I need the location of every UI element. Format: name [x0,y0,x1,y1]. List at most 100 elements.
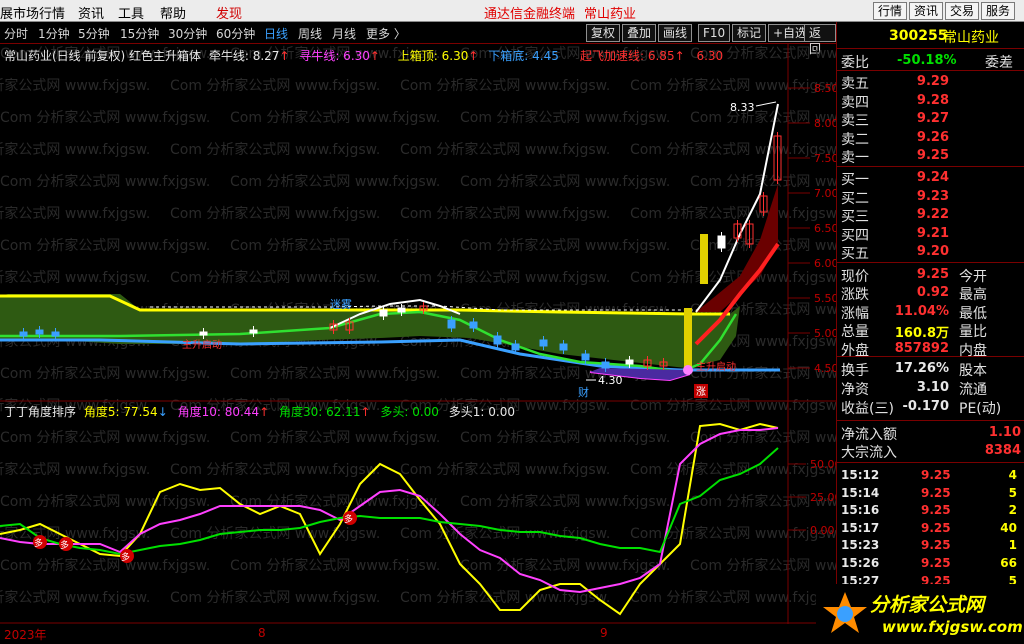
quote-panel: 300255 常山药业 委比 -50.18% 委差 卖五 9.29 卖四 9.28 卖三… [836,22,1024,644]
menu-news[interactable]: 资讯 [78,3,104,22]
watermark-text: Com 分析家公式网 www.fxjgsw. [630,589,836,606]
app-banner: 通达信金融终端 [484,7,576,22]
trade-button[interactable]: 交易 [945,2,980,20]
tick-row: 15:12 9.25 4 [841,468,1021,485]
bid-1-label: 买二 [841,190,869,207]
bid-0-value: 9.24 [916,170,949,185]
tick-row: 15:23 9.25 1 [841,538,1021,555]
stat2-1-value: 3.10 [916,380,949,395]
tick-volume: 5 [1008,485,1017,500]
stat-1-value: 0.92 [916,285,949,301]
period-30min[interactable]: 30分钟 [168,25,207,42]
watermark-text: Com 分析家公式网 www.fxjgsw. [0,109,210,126]
period-1min[interactable]: 1分钟 [38,25,70,42]
price-tick-label: 5.50 [814,292,836,305]
menu-tools[interactable]: 工具 [118,3,144,22]
ask-2-label: 卖三 [841,113,869,130]
period-weekly[interactable]: 周线 [298,25,322,42]
watermark-text: Com 分析家公式网 www.fxjgsw. [230,173,440,190]
bid-3-value: 9.21 [916,225,949,241]
bid-3-label: 买四 [841,227,869,244]
stat-2-label: 涨幅 [841,305,869,322]
watermark-text: Com 分析家公式网 www.fxjgsw. [630,77,836,94]
watermark-text: Com 分析家公式网 www.fxjgsw. [400,141,610,158]
stat2-0-label: 换手 [841,363,869,379]
logo-url: www.fxjgsw.com [882,618,1023,636]
annot-start-2: 主升启动 [696,360,736,373]
ask-1-label: 卖四 [841,94,869,111]
watermark-text: Com 分析家公式网 www.fxjgsw. [0,205,150,222]
ask-0-value: 9.29 [916,74,949,89]
period-5min[interactable]: 5分钟 [78,25,110,42]
main-indicator-title: 常山药业(日线 前复权) 红色主升箱体 牵牛线: 8.27↑ 寻牛线: 6.30… [4,49,559,63]
tick-price: 9.25 [921,538,951,553]
tick-time: 15:26 [841,556,880,570]
watermark-text: Com 分析家公式网 www.fxjgsw. [230,557,440,574]
tick-volume: 1 [1008,538,1017,553]
stat-2-label2: 最低 [959,305,987,322]
watermark-text: Com 分析家公式网 www.fxjgsw. [170,205,380,222]
stat2-1-label: 净资 [841,382,869,398]
menu-market[interactable]: 展市场行情 [0,3,65,22]
flow-0-label: 净流入额 [841,427,897,443]
period-15min[interactable]: 15分钟 [120,25,159,42]
menu-help[interactable]: 帮助 [160,3,186,22]
watermark-text: Com 分析家公式网 www.fxjgsw. [460,557,670,574]
watermark-text: Com 分析家公式网 www.fxjgsw. [230,237,440,254]
watermark-text: Com 分析家公式网 www.fxjgsw. [170,269,380,286]
qifei-line-label: 起飞加速线: 6.85↑ 6.30 [580,49,724,63]
osc-tick-label: 50.00 [810,458,836,471]
period-daily[interactable]: 日线 [264,25,288,42]
watermark-text: Com 分析家公式网 www.fxjgsw. [400,525,610,542]
period-bar: 分时 1分钟 5分钟 15分钟 30分钟 60分钟 日线 周线 月线 更多 〉 … [0,22,836,56]
watermark-text: Com 分析家公式网 www.fxjgsw. [230,109,440,126]
signal-bar-2 [700,234,708,284]
period-60min[interactable]: 60分钟 [216,25,255,42]
adjust-button[interactable]: 复权 [586,24,621,42]
watermark-text: Com 分析家公式网 www.fxjgsw. [0,237,210,254]
period-monthly[interactable]: 月线 [332,25,356,42]
flow-1-label: 大宗流入 [841,445,897,461]
watermark-text: Com 分析家公式网 www.fxjgsw. [460,109,670,126]
menu-bar: 展市场行情 资讯 工具 帮助 发现 通达信金融终端 常山药业 行情 资讯 交易 … [0,0,1024,22]
osc-tick-label: 0.00 [810,524,835,537]
service-button[interactable]: 服务 [981,2,1016,20]
tick-price: 9.25 [921,556,951,570]
menu-discover[interactable]: 发现 [216,3,242,22]
tick-volume: 4 [1008,468,1017,482]
weibi-label: 委比 [841,55,869,71]
stat-0-value: 9.25 [916,267,949,282]
kline-chart[interactable]: Com 分析家公式网 www.fxjgsw. Com 分析家公式网 www.fxj… [0,44,836,644]
drawline-button[interactable]: 画线 [658,24,693,42]
news-button[interactable]: 资讯 [909,2,944,20]
f10-button[interactable]: F10 [698,24,731,42]
watermark-text: Com 分析家公式网 www.fxjgsw. [0,269,150,286]
watermark-text: Com 分析家公式网 www.fxjgsw. [630,397,836,414]
stat2-2-value: -0.170 [902,399,949,414]
watermark-text: Com 分析家公式网 www.fxjgsw. [460,237,670,254]
stat-1-label2: 最高 [959,287,987,304]
watermark-text: Com 分析家公式网 www.fxjgsw. [170,141,380,158]
stat2-0-label2: 股本 [959,363,987,379]
duo-marker-2: 多 [59,537,73,551]
quote-button[interactable]: 行情 [873,2,908,20]
date-label-year: 2023年 [4,628,47,642]
watermark-text: Com 分析家公式网 www.fxjgsw. [690,557,836,574]
mark-button[interactable]: 标记 [732,24,767,42]
stat2-0-value: 17.26% [894,361,949,376]
watermark-text: Com 分析家公式网 www.fxjgsw. [630,141,836,158]
logo-text: 分析家公式网 [870,594,985,616]
annot-mist: 迷雾 [330,298,352,311]
watermark-text: Com 分析家公式网 www.fxjgsw. [0,525,150,542]
back-button[interactable]: 返回 [804,24,836,56]
stat-0-label: 现价 [841,269,869,285]
watermark-text: Com 分析家公式网 www.fxjgsw. [0,429,210,446]
period-timeshare[interactable]: 分时 [4,25,28,42]
duo-marker-4: 多 [343,511,357,525]
price-grid [788,87,810,369]
watermark-text: Com 分析家公式网 www.fxjgsw. [400,461,610,478]
overlay-button[interactable]: 叠加 [622,24,657,42]
annot-zhang: 涨 [696,386,706,398]
period-more[interactable]: 更多 〉 [366,25,406,42]
flow-1-value: 8384 [984,443,1021,458]
